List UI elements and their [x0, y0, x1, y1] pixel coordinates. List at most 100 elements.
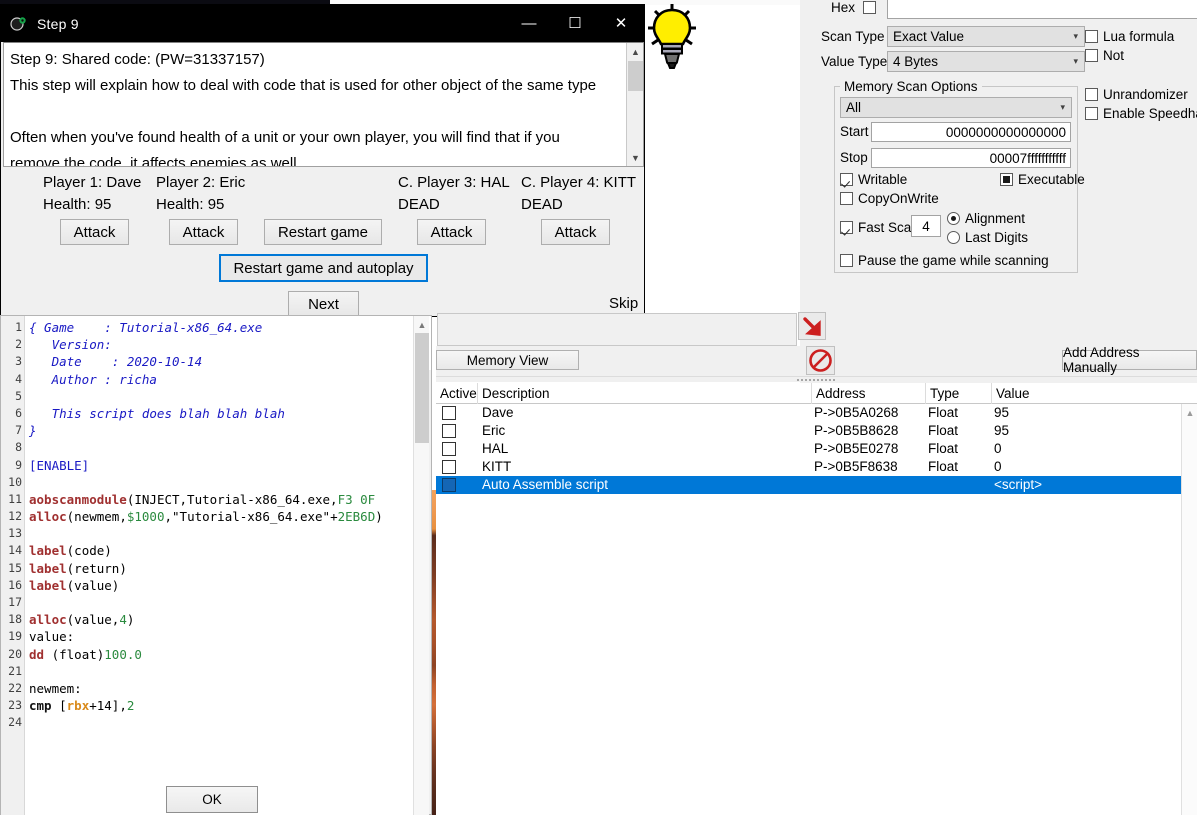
tutorial-title: Step 9 [37, 15, 79, 32]
close-icon[interactable]: ✕ [598, 5, 644, 42]
pause-game-checkbox[interactable] [840, 254, 853, 267]
player-2-attack-button[interactable]: Attack [169, 219, 238, 245]
row-active-checkbox[interactable] [442, 442, 456, 456]
column-header-active[interactable]: Active [436, 383, 478, 404]
not-checkbox[interactable] [1085, 49, 1098, 62]
speedhack-checkbox[interactable] [1085, 107, 1098, 120]
player-3-name: C. Player 3: HAL [398, 174, 510, 191]
skip-link[interactable]: Skip [609, 295, 638, 312]
scan-value-input[interactable] [887, 0, 1197, 19]
value-type-select[interactable]: 4 Bytes ▾ [887, 51, 1085, 72]
code-line[interactable] [29, 663, 412, 680]
script-editor[interactable]: 1 2 3 4 5 6 7 8 9 10 11 12 13 14 15 16 17 18 19 20 21 22 23 24 … [1, 316, 429, 815]
table-row[interactable]: KITT P->0B5F8638 Float 0 [436, 458, 1197, 476]
code-line[interactable]: { Game : Tutorial-x86_64.exe [29, 319, 412, 336]
code-line[interactable] [29, 714, 412, 731]
code-line[interactable]: [ENABLE] [29, 457, 412, 474]
code-line[interactable]: Date : 2020-10-14 [29, 353, 412, 370]
player-3-attack-button[interactable]: Attack [417, 219, 486, 245]
column-header-description[interactable]: Description [478, 383, 812, 404]
row-active-checkbox[interactable] [442, 478, 456, 492]
column-header-address[interactable]: Address [812, 383, 926, 404]
writable-checkbox[interactable] [840, 173, 853, 186]
table-row[interactable]: Eric P->0B5B8628 Float 95 [436, 422, 1197, 440]
minimize-icon[interactable]: — [506, 5, 552, 42]
splitter-grip-icon [796, 379, 837, 381]
player-1-attack-button[interactable]: Attack [60, 219, 129, 245]
address-table-scrollbar[interactable]: ▲ [1181, 404, 1197, 815]
code-line[interactable] [29, 525, 412, 542]
code-line[interactable]: value: [29, 628, 412, 645]
script-scroll-thumb[interactable] [415, 333, 429, 443]
row-active-checkbox[interactable] [442, 424, 456, 438]
lua-formula-checkbox[interactable] [1085, 30, 1098, 43]
ok-button[interactable]: OK [166, 786, 258, 813]
restart-autoplay-button[interactable]: Restart game and autoplay [219, 254, 428, 282]
panel-splitter[interactable] [436, 376, 1197, 382]
code-line[interactable]: dd (float)100.0 [29, 646, 412, 663]
next-button[interactable]: Next [288, 291, 359, 317]
code-line[interactable]: newmem: [29, 680, 412, 697]
last-digits-radio[interactable] [947, 231, 960, 244]
red-arrow-icon[interactable] [798, 312, 826, 340]
table-row[interactable]: Dave P->0B5A0268 Float 95 [436, 404, 1197, 422]
red-prohibition-icon[interactable] [806, 346, 835, 375]
code-line[interactable] [29, 474, 412, 491]
script-editor-vscrollbar[interactable]: ▲ ▼ [413, 316, 429, 815]
fast-scan-value-input[interactable]: 4 [911, 215, 941, 237]
code-line[interactable] [29, 594, 412, 611]
line-number: 23 [8, 698, 22, 713]
last-digits-label: Last Digits [965, 230, 1029, 245]
code-line[interactable]: Author : richa [29, 371, 412, 388]
start-address-input[interactable]: 0000000000000000 [871, 122, 1071, 142]
code-line[interactable]: } [29, 422, 412, 439]
fast-scan-checkbox[interactable] [840, 221, 853, 234]
code-line[interactable]: alloc(value,4) [29, 611, 412, 628]
tutorial-text-scrollbar[interactable]: ▲ ▼ [626, 43, 643, 166]
script-code-text[interactable]: { Game : Tutorial-x86_64.exe Version: Da… [29, 319, 412, 732]
player-4-attack-button[interactable]: Attack [541, 219, 610, 245]
code-line[interactable]: label(return) [29, 560, 412, 577]
line-number: 18 [8, 612, 22, 627]
tutorial-text-panel: Step 9: Shared code: (PW=31337157) This … [3, 42, 644, 167]
code-line[interactable] [29, 388, 412, 405]
column-header-type[interactable]: Type [926, 383, 992, 404]
scroll-up-icon[interactable]: ▲ [627, 43, 643, 60]
table-row[interactable]: HAL P->0B5E0278 Float 0 [436, 440, 1197, 458]
restart-game-button[interactable]: Restart game [264, 219, 382, 245]
table-row-selected[interactable]: Auto Assemble script <script> [436, 476, 1197, 494]
maximize-icon[interactable]: ☐ [552, 5, 598, 42]
row-active-checkbox[interactable] [442, 460, 456, 474]
code-line[interactable]: alloc(newmem,$1000,"Tutorial-x86_64.exe"… [29, 508, 412, 525]
line-number: 4 [15, 371, 22, 386]
code-line[interactable]: cmp [rbx+14],2 [29, 697, 412, 714]
hex-checkbox[interactable] [863, 1, 876, 14]
row-active-checkbox[interactable] [442, 406, 456, 420]
memory-view-button[interactable]: Memory View [436, 350, 579, 370]
unrandomizer-checkbox[interactable] [1085, 88, 1098, 101]
region-select[interactable]: All ▾ [840, 97, 1072, 118]
scan-type-select[interactable]: Exact Value ▾ [887, 26, 1085, 47]
line-number: 19 [8, 629, 22, 644]
scroll-up-icon[interactable]: ▲ [1182, 404, 1197, 421]
tutorial-scroll-thumb[interactable] [628, 61, 643, 91]
scroll-down-icon[interactable]: ▼ [627, 149, 643, 166]
line-number: 10 [8, 474, 22, 489]
add-address-manually-button[interactable]: Add Address Manually [1062, 345, 1197, 375]
alignment-radio[interactable] [947, 212, 960, 225]
player-3-status: DEAD [398, 196, 440, 213]
column-header-value[interactable]: Value [992, 383, 1187, 404]
code-line[interactable]: This script does blah blah blah [29, 405, 412, 422]
executable-checkbox[interactable] [1000, 173, 1013, 186]
copyonwrite-checkbox[interactable] [840, 192, 853, 205]
code-line[interactable]: label(value) [29, 577, 412, 594]
tutorial-titlebar[interactable]: Step 9 — ☐ ✕ [1, 5, 644, 42]
code-line[interactable]: label(code) [29, 542, 412, 559]
stop-address-input[interactable]: 00007fffffffffff [871, 148, 1071, 168]
lightbulb-icon[interactable] [644, 2, 700, 72]
row-address: P->0B5E0278 [814, 441, 899, 456]
code-line[interactable] [29, 439, 412, 456]
code-line[interactable]: Version: [29, 336, 412, 353]
code-line[interactable]: aobscanmodule(INJECT,Tutorial-x86_64.exe… [29, 491, 412, 508]
scroll-up-icon[interactable]: ▲ [414, 316, 429, 333]
